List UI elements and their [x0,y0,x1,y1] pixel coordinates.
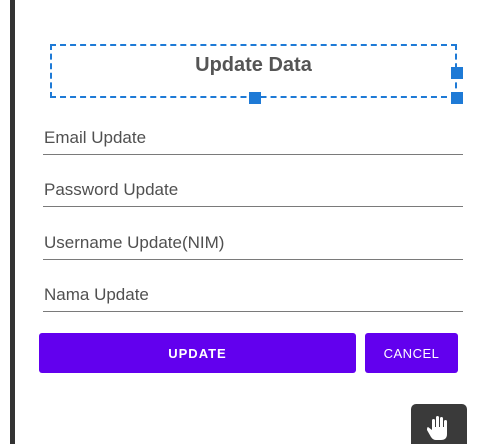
password-update-field[interactable]: Password Update [43,167,463,207]
password-update-placeholder: Password Update [44,180,179,199]
resize-handle-bottom-right[interactable] [451,92,463,104]
email-update-field[interactable]: Email Update [43,115,463,155]
layout-editor-canvas: Update Data Email Update Password Update… [0,0,480,444]
cancel-button[interactable]: CANCEL [365,333,458,373]
resize-handle-right[interactable] [451,67,463,79]
email-update-placeholder: Email Update [44,128,147,147]
resize-handle-bottom[interactable] [249,92,261,104]
username-update-field[interactable]: Username Update(NIM) [43,220,463,260]
hand-icon [427,416,447,440]
update-button[interactable]: UPDATE [39,333,356,373]
page-title: Update Data [195,54,312,76]
canvas-left-border [10,0,15,444]
username-update-placeholder: Username Update(NIM) [44,233,225,252]
nama-update-field[interactable]: Nama Update [43,272,463,312]
title-selection-box[interactable]: Update Data [50,44,463,104]
pan-tool-button[interactable] [411,404,467,444]
nama-update-placeholder: Nama Update [44,285,149,304]
